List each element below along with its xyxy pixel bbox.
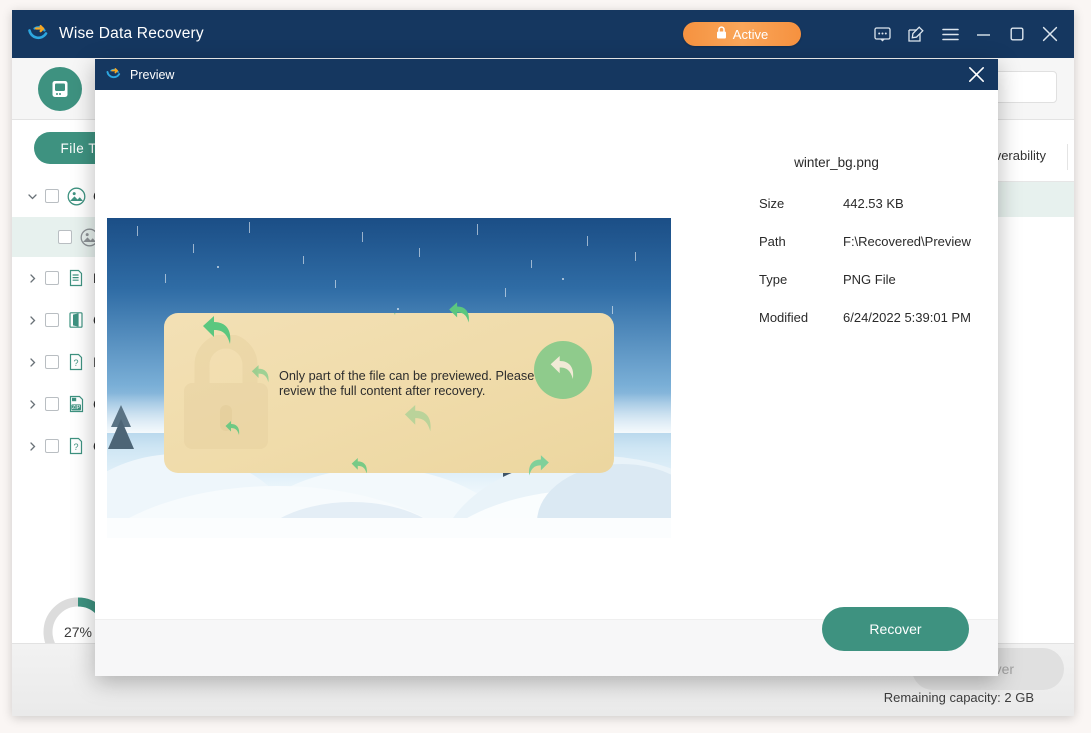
edit-note-icon[interactable] [899,19,933,49]
chevron-right-icon[interactable] [26,398,38,410]
detail-value: F:\Recovered\Preview [843,234,971,249]
document-icon [66,268,86,288]
column-divider [1067,144,1068,170]
hard-drive-icon[interactable] [38,67,82,111]
minimize-icon[interactable] [967,19,1000,49]
checkbox-graphics[interactable] [45,189,59,203]
chevron-right-icon[interactable] [26,314,38,326]
application-window: Wise Data Recovery Active [12,10,1074,716]
checkbox-compressed[interactable] [45,397,59,411]
close-icon[interactable] [1033,19,1066,49]
preview-dialog-title: Preview [130,68,174,82]
active-license-badge[interactable]: Active [683,22,801,46]
checkbox-document[interactable] [45,271,59,285]
file-name-label: winter_bg.png [675,155,998,170]
office-icon [66,310,86,330]
checkbox-internet[interactable] [45,355,59,369]
detail-key: Size [759,196,784,211]
chevron-right-icon[interactable] [26,356,38,368]
checkbox-graphics-child[interactable] [58,230,72,244]
detail-key: Path [759,234,786,249]
restore-arrow-icon [350,458,370,473]
menu-icon[interactable] [933,19,967,49]
detail-value: 6/24/2022 5:39:01 PM [843,310,971,325]
chevron-down-icon[interactable] [26,190,38,202]
app-title: Wise Data Recovery [59,25,204,43]
preview-limitation-message: Only part of the file can be previewed. … [279,369,539,399]
file-details-panel: winter_bg.png Size 442.53 KB Path F:\Rec… [675,90,998,619]
restore-arrow-icon [224,421,242,443]
brand: Wise Data Recovery [26,22,204,46]
detail-value: 442.53 KB [843,196,904,211]
feedback-icon[interactable] [865,19,899,49]
checkbox-office[interactable] [45,313,59,327]
preview-dialog-footer: Recover [95,619,998,676]
preview-image-canvas: Only part of the file can be previewed. … [107,218,671,538]
detail-value: PNG File [843,272,896,287]
svg-text:ZIP: ZIP [72,405,81,411]
unknown-file-icon: ? [66,352,86,372]
chevron-right-icon[interactable] [26,272,38,284]
zip-icon: ZIP [66,394,86,414]
checkbox-other[interactable] [45,439,59,453]
restore-arrow-icon [250,365,272,391]
lock-icon [716,26,727,42]
wise-swoosh-logo-icon [105,66,122,83]
restore-arrow-icon [200,316,236,355]
titlebar-controls: Active [683,19,1074,49]
restore-arrow-icon [447,302,473,332]
close-icon[interactable] [954,59,998,90]
preview-dialog-body: Only part of the file can be previewed. … [95,90,998,619]
detail-key: Type [759,272,787,287]
restore-arrow-icon [402,405,436,442]
chevron-right-icon[interactable] [26,440,38,452]
unknown-file-icon: ? [66,436,86,456]
recover-button[interactable]: Recover [822,607,969,651]
detail-key: Modified [759,310,808,325]
active-badge-label: Active [733,27,768,42]
preview-dialog: Preview [95,59,998,676]
restore-arrow-icon [370,313,400,326]
image-icon [66,186,86,206]
maximize-icon[interactable] [1000,19,1033,49]
wise-swoosh-logo-icon [26,22,50,46]
preview-dialog-titlebar: Preview [95,59,998,90]
titlebar: Wise Data Recovery Active [12,10,1074,58]
remaining-capacity-text: Remaining capacity: 2 GB [884,690,1034,705]
svg-text:?: ? [73,358,78,368]
preview-limitation-overlay: Only part of the file can be previewed. … [164,313,614,473]
svg-text:?: ? [73,442,78,452]
restore-arrow-icon [525,455,551,485]
restore-badge-icon [534,341,592,399]
